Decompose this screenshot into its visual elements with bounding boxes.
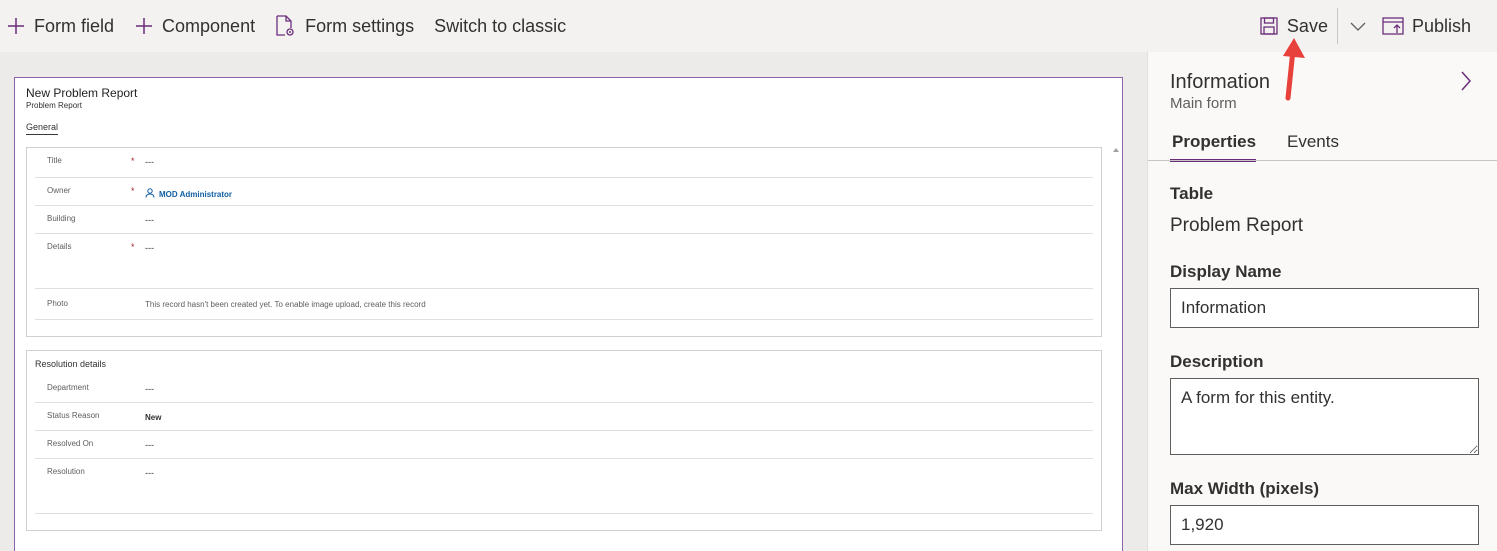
chevron-right-icon	[1460, 71, 1472, 96]
form-row-resolved-on[interactable]: Resolved On ---	[35, 431, 1093, 459]
add-form-field-button[interactable]: Form field	[6, 0, 114, 52]
form-row-photo[interactable]: Photo This record hasn't been created ye…	[35, 289, 1093, 320]
field-label: Status Reason	[47, 411, 100, 420]
plus-icon	[134, 16, 154, 36]
form-subtitle: Problem Report	[26, 101, 83, 110]
pane-subtitle: Main form	[1170, 95, 1237, 112]
form-field-label: Form field	[34, 15, 115, 36]
required-marker: *	[131, 186, 135, 196]
publish-icon	[1382, 16, 1404, 36]
command-bar-left: Form field Component Form settings Switc…	[0, 0, 566, 52]
table-value: Problem Report	[1170, 215, 1304, 236]
form-section-general[interactable]: Title * --- Owner * MOD Administrator Bu…	[26, 147, 1102, 337]
max-width-label: Max Width (pixels)	[1170, 479, 1320, 498]
required-marker: *	[131, 242, 135, 252]
field-label: Details	[47, 242, 72, 251]
form-row-status-reason[interactable]: Status Reason New	[35, 403, 1093, 431]
table-label: Table	[1170, 184, 1214, 203]
required-marker: *	[131, 156, 135, 166]
plus-icon	[6, 16, 26, 36]
field-value: ---	[145, 215, 154, 225]
owner-name: MOD Administrator	[159, 189, 233, 199]
publish-label: Publish	[1411, 15, 1471, 36]
form-row-resolution[interactable]: Resolution ---	[35, 459, 1093, 514]
tab-events[interactable]: Events	[1287, 132, 1339, 152]
field-label: Photo	[47, 299, 68, 308]
field-label: Resolution	[47, 467, 85, 476]
form-preview[interactable]: New Problem Report Problem Report Genera…	[14, 77, 1123, 551]
field-label: Building	[47, 214, 76, 223]
form-row-details[interactable]: Details * ---	[35, 234, 1093, 289]
switch-to-classic-button[interactable]: Switch to classic	[434, 0, 566, 52]
add-component-button[interactable]: Component	[134, 0, 255, 52]
form-row-department[interactable]: Department ---	[35, 375, 1093, 403]
field-label: Title	[47, 156, 62, 165]
form-row-owner[interactable]: Owner * MOD Administrator	[35, 178, 1093, 206]
field-value: ---	[145, 157, 154, 167]
person-icon	[145, 188, 155, 200]
field-value: ---	[145, 384, 154, 394]
form-settings-button[interactable]: Form settings	[275, 0, 414, 52]
form-row-building[interactable]: Building ---	[35, 206, 1093, 234]
owner-lookup[interactable]: MOD Administrator	[145, 188, 232, 200]
form-canvas: New Problem Report Problem Report Genera…	[0, 52, 1147, 551]
description-textarea[interactable]: A form for this entity.	[1170, 378, 1479, 455]
field-value: This record hasn't been created yet. To …	[145, 300, 426, 309]
display-name-label: Display Name	[1170, 262, 1282, 281]
form-title: New Problem Report	[26, 86, 138, 100]
component-label: Component	[162, 15, 256, 36]
toolbar-divider	[1336, 8, 1338, 44]
tab-general[interactable]: General	[26, 122, 59, 135]
form-row-title[interactable]: Title * ---	[35, 148, 1093, 178]
chevron-down-icon	[1350, 16, 1366, 37]
field-value: New	[145, 413, 162, 422]
field-value: ---	[145, 468, 154, 478]
save-icon	[1259, 16, 1279, 36]
section-title: Resolution details	[35, 359, 107, 369]
max-width-input[interactable]	[1170, 505, 1479, 545]
collapse-pane-button[interactable]	[1460, 70, 1472, 97]
description-label: Description	[1170, 352, 1264, 371]
switch-to-classic-label: Switch to classic	[434, 15, 567, 36]
document-settings-icon	[275, 15, 295, 37]
form-section-resolution[interactable]: Resolution details Department --- Status…	[26, 350, 1102, 531]
scroll-up-arrow[interactable]	[1113, 148, 1119, 152]
field-value: ---	[145, 440, 154, 450]
field-label: Department	[47, 383, 89, 392]
publish-button[interactable]: Publish	[1382, 0, 1471, 52]
display-name-input[interactable]	[1170, 288, 1479, 328]
save-label: Save	[1286, 15, 1328, 36]
field-label: Resolved On	[47, 439, 94, 448]
save-options-dropdown[interactable]	[1342, 0, 1374, 52]
field-value: ---	[145, 243, 154, 253]
tab-properties[interactable]: Properties	[1172, 132, 1256, 152]
pane-title: Information	[1170, 71, 1271, 93]
annotation-arrow-icon	[1283, 38, 1305, 101]
form-settings-label: Form settings	[305, 15, 415, 36]
properties-pane: Information Main form Properties Events …	[1147, 52, 1497, 551]
tab-divider	[1148, 160, 1497, 161]
field-label: Owner	[47, 186, 71, 195]
